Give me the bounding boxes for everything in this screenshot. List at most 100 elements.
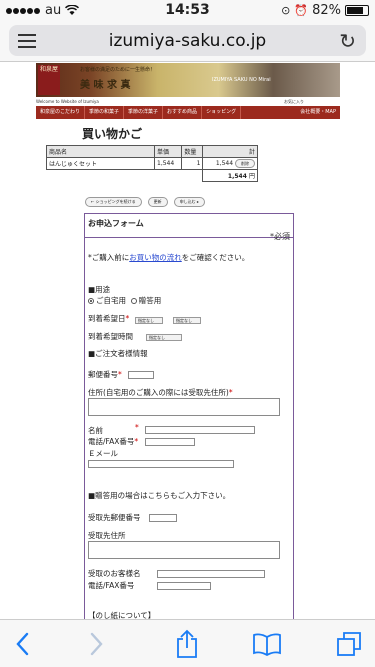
gift-header: ■贈答用の場合はこちらもご入力下さい。 <box>88 491 231 500</box>
site-nav: 和泉屋のこだわり 季節の和菓子 季節の洋菓子 おすすめ商品 ショッピング 会社概… <box>36 106 340 119</box>
tel-required: * <box>134 437 139 446</box>
orderer-header: ■ご注文者様情報 <box>88 349 148 358</box>
order-form: お申込フォーム *必須 *ご購入前にお買い物の流れをご確認ください。 ■用途 ご… <box>84 213 294 619</box>
cart-total: 1,544 <box>227 173 247 180</box>
delete-button[interactable]: 削除 <box>235 159 255 168</box>
cart-total-row: 1,544 円 <box>46 169 258 182</box>
name-label: 名前 <box>88 426 103 435</box>
name-input[interactable] <box>145 426 255 434</box>
nav-item-shopping[interactable]: ショッピング <box>202 106 242 119</box>
web-page: 和泉屋 お客様の満足のために一生懸命！ 美 味 求 真 IZUMIYA SAKU… <box>0 63 375 619</box>
col-product: 商品名 <box>46 145 155 158</box>
welcome-text: Welcome to Website of Izumiya <box>36 99 99 104</box>
intro-post: をご確認ください。 <box>181 253 250 262</box>
required-note: *必須 <box>270 232 290 241</box>
recv-name-input[interactable] <box>157 570 265 578</box>
continue-shopping-button[interactable]: ← ショッピングを続ける <box>85 197 142 207</box>
intro-pre: *ご購入前に <box>88 253 130 262</box>
purchase-flow-link[interactable]: お買い物の流れ <box>129 253 182 262</box>
product-price: 1,544 <box>153 157 183 170</box>
email-input[interactable] <box>88 460 234 468</box>
recv-address-label: 受取先住所 <box>88 531 126 540</box>
address-required: * <box>228 388 233 397</box>
cart-buttons: ← ショッピングを続ける 更新 申し込む ▸ <box>85 197 205 207</box>
zip-required: * <box>118 370 122 379</box>
apply-button[interactable]: 申し込む ▸ <box>173 197 205 207</box>
cart-total-cell: 1,544 円 <box>202 169 258 182</box>
arrival-date-required: * <box>125 314 130 323</box>
url-text[interactable]: izumiya-saku.co.jp <box>9 31 366 51</box>
tel-label: 電話/FAX番号* <box>88 436 138 447</box>
browser-toolbar <box>0 619 375 667</box>
banner-title-en: IZUMIYA SAKU NO Mirai <box>212 77 271 83</box>
browser-address-bar: izumiya-saku.co.jp ↻ <box>0 20 375 62</box>
arrival-month-select[interactable]: 指定なし <box>135 317 163 324</box>
share-icon[interactable] <box>169 626 205 662</box>
favorites-link[interactable]: お気に入り <box>284 97 304 106</box>
purpose-label: ■用途 <box>88 285 111 294</box>
url-field[interactable]: izumiya-saku.co.jp ↻ <box>9 25 366 56</box>
zip-input[interactable] <box>128 371 154 379</box>
form-title: お申込フォーム <box>88 219 144 228</box>
arrival-time-label: 到着希望時間 <box>88 332 133 341</box>
tel-input[interactable] <box>145 438 195 446</box>
nav-item-osusume[interactable]: おすすめ商品 <box>163 106 203 119</box>
name-required: * <box>135 423 139 432</box>
tabs-icon[interactable] <box>331 626 367 662</box>
tel-text: 電話/FAX番号 <box>88 437 135 446</box>
cart-title: 買い物かご <box>82 127 143 141</box>
cart-header-row: 商品名 単価 数量 計 <box>46 145 258 158</box>
product-total-cell: 1,544 削除 <box>202 157 258 170</box>
noshi-header: 【のし紙について】 <box>88 611 156 619</box>
address-input[interactable] <box>88 398 280 416</box>
recv-name-label: 受取のお客様名 <box>88 569 141 578</box>
battery-icon <box>345 5 369 16</box>
recv-zip-input[interactable] <box>149 514 177 522</box>
arrival-date-label: 到着希望日* <box>88 313 129 324</box>
form-header: お申込フォーム *必須 <box>85 214 293 241</box>
nav-item-company[interactable]: 会社概要・MAP <box>296 106 340 119</box>
back-icon[interactable] <box>4 626 40 662</box>
col-qty: 数量 <box>181 145 204 158</box>
address-label: 住所(自宅用のご購入の際には受取先住所)* <box>88 387 233 398</box>
zip-label: 郵便番号* <box>88 369 122 380</box>
arrival-date-text: 到着希望日 <box>88 314 126 323</box>
recv-tel-label: 電話/FAX番号 <box>88 581 135 590</box>
update-button[interactable]: 更新 <box>147 197 168 207</box>
welcome-line: Welcome to Website of Izumiya お気に入り <box>36 97 340 106</box>
col-total: 計 <box>202 145 258 158</box>
banner-title: 美 味 求 真 <box>80 80 131 91</box>
recv-zip-label: 受取先郵便番号 <box>88 513 141 522</box>
battery-percent: 82% <box>312 3 341 18</box>
email-label: Ｅメール <box>88 449 118 458</box>
nav-item-wagashi[interactable]: 季節の和菓子 <box>85 106 125 119</box>
zip-text: 郵便番号 <box>88 370 118 379</box>
home-use-label: ご自宅用 <box>96 296 126 305</box>
recv-address-input[interactable] <box>88 541 280 559</box>
forward-icon[interactable] <box>79 626 115 662</box>
product-name: はんじゅくセット <box>46 157 155 170</box>
nav-item-kodawari[interactable]: 和泉屋のこだわり <box>36 106 86 119</box>
status-bar: au 14:53 ⊙ ⏰ 82% <box>0 0 375 20</box>
banner-tagline: お客様の満足のために一生懸命！ <box>80 67 156 73</box>
purpose-options: ご自宅用 贈答用 <box>88 295 161 306</box>
site-banner: 和泉屋 お客様の満足のために一生懸命！ 美 味 求 真 IZUMIYA SAKU… <box>36 63 340 97</box>
arrival-day-select[interactable]: 指定なし <box>173 317 201 324</box>
arrival-time-select[interactable]: 指定なし <box>146 334 182 341</box>
home-use-radio[interactable] <box>88 298 94 304</box>
product-qty: 1 <box>181 157 204 170</box>
cart-total-unit: 円 <box>248 173 255 180</box>
nav-item-yogashi[interactable]: 季節の洋菓子 <box>124 106 164 119</box>
gift-label: 贈答用 <box>138 296 162 305</box>
bookmarks-icon[interactable] <box>249 626 285 662</box>
form-intro: *ご購入前にお買い物の流れをご確認ください。 <box>88 252 249 263</box>
recv-tel-input[interactable] <box>157 582 211 590</box>
table-row: はんじゅくセット 1,544 1 1,544 削除 <box>46 157 258 170</box>
orientation-lock-icon: ⊙ <box>281 4 291 17</box>
reload-icon[interactable]: ↻ <box>339 29 356 53</box>
cart-table: 商品名 単価 数量 計 はんじゅくセット 1,544 1 1,544 削除 1,… <box>46 145 258 182</box>
gift-radio[interactable] <box>130 298 137 304</box>
address-text: 住所(自宅用のご購入の際には受取先住所) <box>88 388 229 397</box>
site-header: 和泉屋 お客様の満足のために一生懸命！ 美 味 求 真 IZUMIYA SAKU… <box>36 63 340 141</box>
site-logo[interactable]: 和泉屋 <box>38 65 60 95</box>
